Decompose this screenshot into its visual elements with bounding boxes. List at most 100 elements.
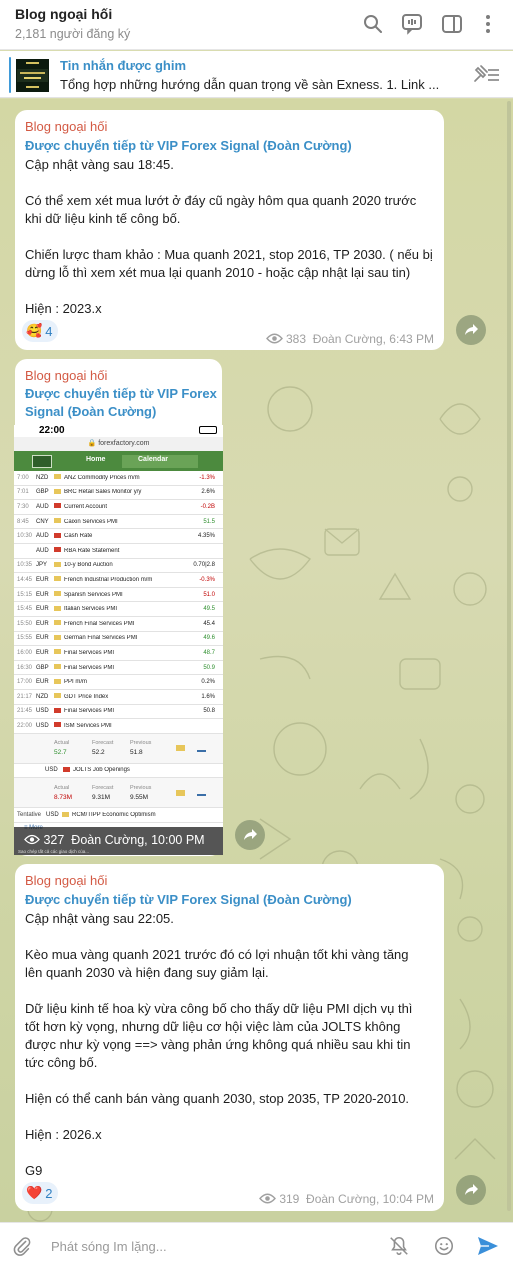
emoji-icon[interactable] [433, 1235, 455, 1257]
message-sender[interactable]: Blog ngoại hối [25, 368, 107, 383]
row-event: French Final Services PMI [64, 620, 135, 627]
impact-icon [54, 591, 61, 597]
message-sender[interactable]: Blog ngoại hối [25, 119, 107, 134]
live-chat-icon[interactable] [400, 12, 424, 36]
phone-time: 22:00 [39, 425, 65, 436]
message-line [25, 982, 440, 1000]
row-time: 7:00 [17, 474, 29, 481]
message-sender[interactable]: Blog ngoại hối [25, 873, 107, 888]
channel-title[interactable]: Blog ngoại hối [15, 6, 112, 22]
calendar-menu-icon [32, 455, 52, 468]
row-time: 15:50 [17, 620, 33, 627]
message-bubble[interactable]: Blog ngoại hối Được chuyển tiếp từ VIP F… [15, 864, 444, 1211]
impact-icon [54, 664, 61, 670]
message-bubble[interactable]: Blog ngoại hối Được chuyển tiếp từ VIP F… [15, 110, 444, 350]
reaction-chip[interactable]: 🥰 4 [22, 320, 59, 342]
row-currency: CNY [36, 518, 49, 525]
author-time: Đoàn Cường, 6:43 PM [312, 332, 434, 346]
row-time: 21:17 [17, 693, 33, 700]
calendar-row: 22:00 USD ISM Services PMI [14, 719, 223, 734]
forwarded-from[interactable]: Được chuyển tiếp từ VIP Forex Signal (Đo… [25, 137, 352, 155]
row-currency: USD [36, 722, 49, 729]
attach-icon[interactable] [11, 1235, 33, 1257]
message-line: khi dữ liệu kinh tế công bố. [25, 211, 181, 226]
impact-icon [54, 678, 61, 684]
row-value: 49.5 [203, 606, 215, 613]
send-icon[interactable] [476, 1235, 500, 1257]
row-value: 2.6% [201, 489, 215, 496]
row-event: Final Services PMI [64, 649, 115, 656]
row-event: RCM/TIPP Economic Optimism [72, 812, 156, 819]
row-value: 51.0 [203, 591, 215, 598]
more-menu-icon[interactable] [476, 12, 500, 36]
share-button[interactable] [456, 315, 486, 345]
detail-actual: 52.7 [54, 749, 67, 757]
impact-icon [54, 605, 61, 611]
chat-header: Blog ngoại hối 2,181 người đăng ký [0, 0, 513, 50]
row-event: ISM Services PMI [64, 722, 112, 729]
row-event: BRC Retail Sales Monitor y/y [64, 489, 142, 496]
forwarded-from[interactable]: Được chuyển tiếp từ VIP Forex Signal (Đo… [25, 891, 352, 909]
message-line [25, 282, 440, 300]
impact-icon [62, 811, 69, 817]
row-currency: NZD [36, 693, 49, 700]
share-icon [465, 1184, 478, 1195]
message-list[interactable]: Blog ngoại hối Được chuyển tiếp từ VIP F… [0, 99, 513, 1222]
calendar-row: 10:30 AUD Cash Rate 4.35% [14, 529, 223, 544]
detail-label: Actual [54, 784, 70, 791]
calendar-row: 16:30 GBP Final Services PMI 50.9 [14, 661, 223, 676]
row-currency: EUR [36, 606, 49, 613]
pinned-thumbnail [16, 59, 49, 92]
row-time: 15:55 [17, 635, 33, 642]
row-value: 0.70|2.8 [193, 562, 215, 569]
message-line: dừng lỗ thì xem xét mua lại quanh 2010 -… [25, 265, 411, 280]
forwarded-from[interactable]: Được chuyển tiếp từ VIP Forex Signal (Đo… [25, 385, 217, 421]
message-line: Hiện : 2023.x [25, 301, 102, 316]
composer: Phát sóng Im lặng... [0, 1222, 513, 1268]
author-time: Đoàn Cường, 10:00 PM [71, 833, 205, 847]
impact-icon [54, 576, 61, 582]
pinned-list-icon[interactable] [471, 63, 501, 87]
row-currency: EUR [36, 649, 49, 656]
search-icon[interactable] [361, 12, 385, 36]
row-event: Italian Services PMI [64, 606, 118, 613]
share-button[interactable] [456, 1175, 486, 1205]
calendar-row: 15:50 EUR French Final Services PMI 45.4 [14, 617, 223, 632]
screenshot-image[interactable]: 22:00 🔒 forexfactory.com Home Calendar 7… [14, 425, 223, 855]
row-time: 17:00 [17, 679, 33, 686]
calendar-row: AUD RBA Rate Statement [14, 544, 223, 559]
reaction-count: 2 [45, 1185, 53, 1201]
row-event: Spanish Services PMI [64, 591, 123, 598]
view-count: 383 [286, 332, 307, 346]
detail-actual: 8.73M [54, 793, 73, 801]
share-button[interactable] [235, 820, 265, 850]
pinned-indicator-bar [9, 57, 11, 93]
view-count: 327 [43, 833, 65, 847]
detail-label: Previous [130, 740, 152, 747]
message-line [25, 174, 440, 192]
row-currency: EUR [36, 679, 49, 686]
row-time: 7:01 [17, 489, 29, 496]
row-value: 45.4 [203, 620, 215, 627]
row-time: 16:30 [17, 664, 33, 671]
row-time: 14:45 [17, 576, 33, 583]
share-icon [465, 324, 478, 335]
impact-icon [54, 620, 61, 626]
row-event: French Industrial Production m/m [64, 576, 153, 583]
row-currency: NZD [36, 474, 49, 481]
scrollbar[interactable] [507, 101, 511, 1211]
row-time: 15:45 [17, 606, 33, 613]
message-input[interactable]: Phát sóng Im lặng... [51, 1239, 167, 1254]
message-line: Chiến lược tham khảo : Mua quanh 2021, s… [25, 247, 433, 262]
silent-broadcast-icon[interactable] [388, 1235, 410, 1257]
row-event: ANZ Commodity Prices m/m [64, 474, 140, 481]
chart-icon [197, 745, 206, 752]
reaction-chip[interactable]: ❤️ 2 [22, 1182, 59, 1204]
battery-icon [199, 426, 217, 434]
side-panel-icon[interactable] [440, 12, 464, 36]
calendar-row: 8:45 CNY Caixin Services PMI 51.5 [14, 515, 223, 530]
pinned-text: Tổng hợp những hướng dẫn quan trọng về s… [60, 77, 440, 92]
row-value: 49.6 [203, 635, 215, 642]
message-line [25, 1108, 440, 1126]
pinned-message[interactable]: Tin nhắn được ghim Tổng hợp những hướng … [0, 51, 513, 98]
